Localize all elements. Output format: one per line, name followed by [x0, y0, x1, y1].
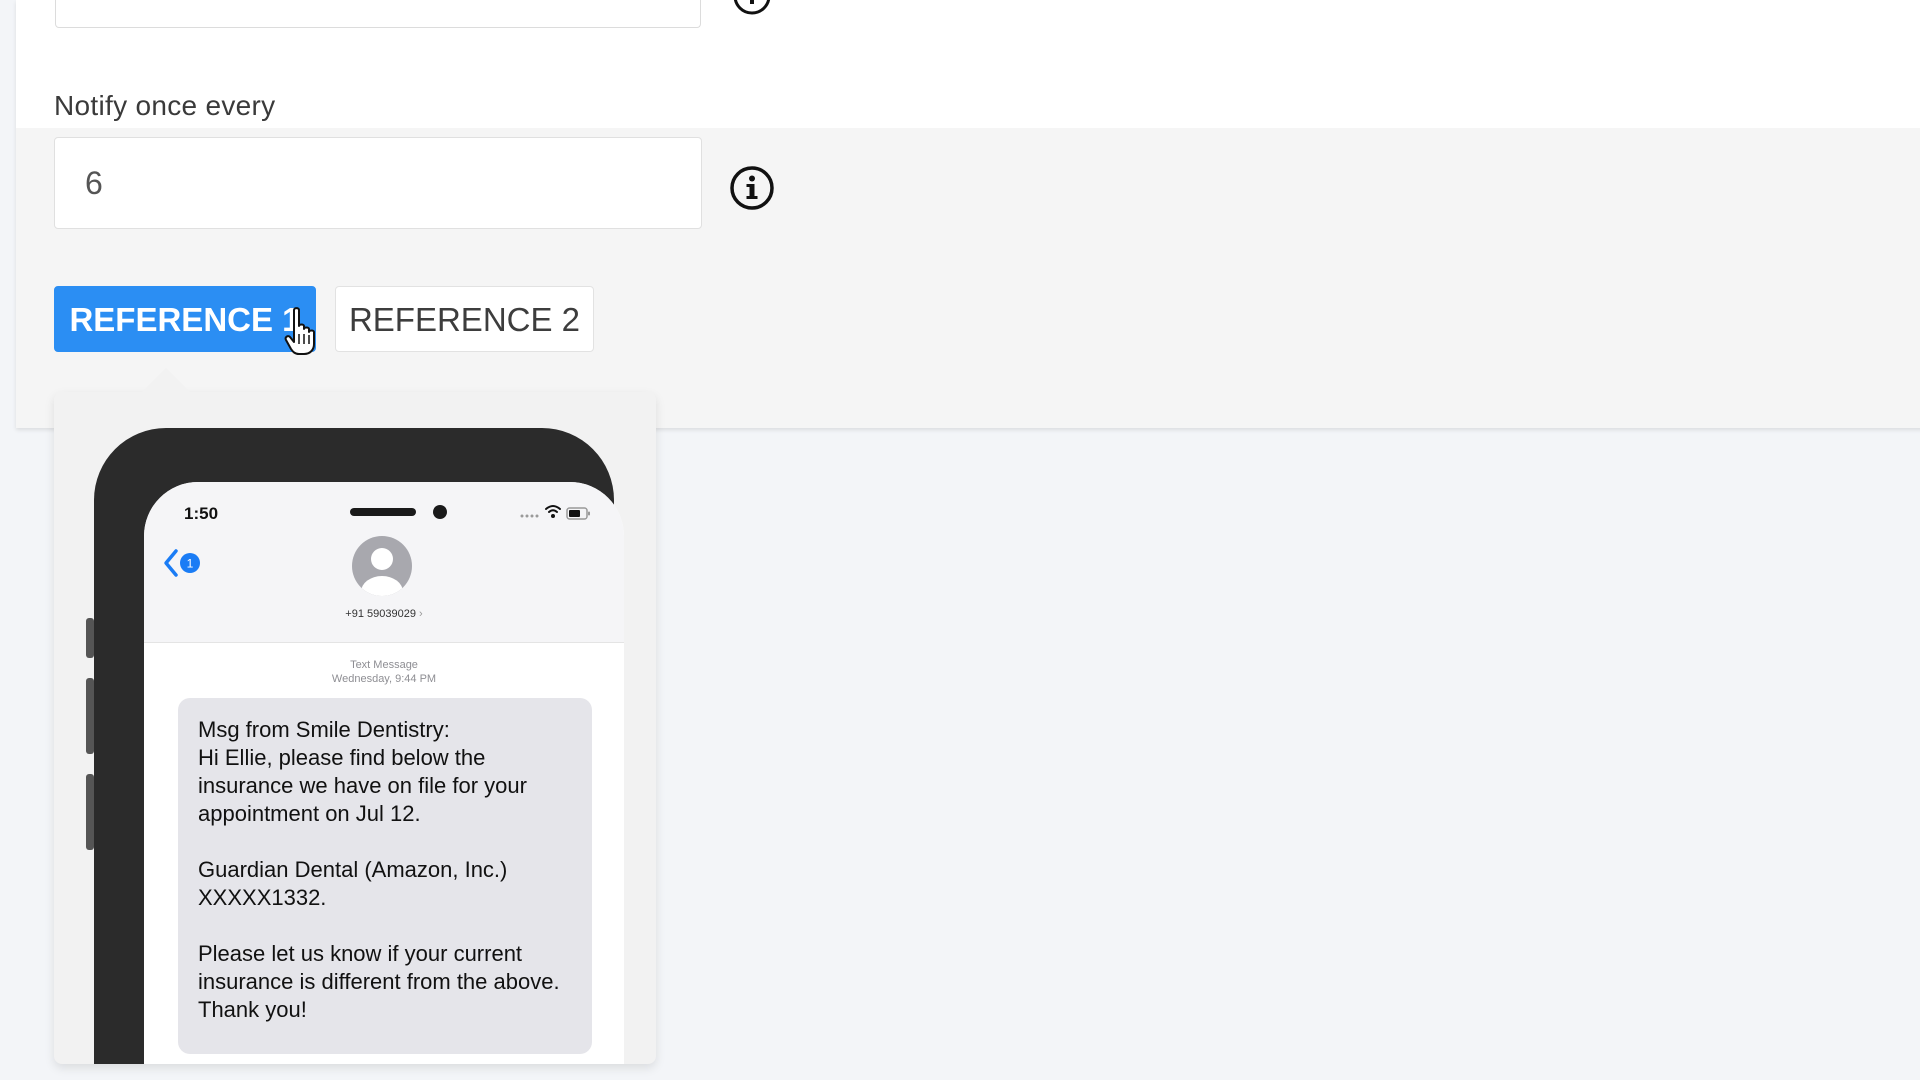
message-bubble: Msg from Smile Dentistry: Hi Ellie, plea…: [178, 698, 592, 1054]
reference-1-button[interactable]: REFERENCE 1: [54, 286, 316, 352]
message-paragraph-1: Msg from Smile Dentistry: Hi Ellie, plea…: [198, 716, 572, 828]
message-greeting: Hi Ellie, please find below the insuranc…: [198, 745, 527, 826]
hand-pointer-icon: [284, 307, 315, 355]
phone-camera: [433, 505, 447, 519]
notify-frequency-label: Notify once every: [54, 90, 276, 121]
message-timestamp: Wednesday, 9:44 PM: [331, 673, 437, 685]
phone-volume-down: [86, 774, 94, 850]
signal-icon: [520, 514, 539, 518]
reference-preview-popover: 1:50 1 +91 59039029 › Text Message Wedne…: [54, 368, 656, 1064]
status-time: 1:50: [184, 504, 219, 523]
message-paragraph-3: Please let us know if your current insur…: [198, 941, 560, 1022]
phone-mute-switch: [86, 618, 94, 658]
status-icons: [520, 505, 590, 520]
reference-2-button[interactable]: REFERENCE 2: [335, 286, 594, 352]
popover-arrow: [142, 368, 190, 392]
message-sender-line: Msg from Smile Dentistry:: [198, 717, 450, 742]
info-icon[interactable]: [732, 0, 772, 16]
unread-badge: 1: [187, 557, 194, 571]
contact-chevron: ›: [419, 608, 423, 620]
message-meta: Text Message Wednesday, 9:44 PM: [144, 658, 624, 686]
notification-settings-card: Notify once every 6 REFERENCE 1 REFERENC…: [16, 0, 1920, 428]
previous-field-input[interactable]: [55, 0, 701, 28]
notify-frequency-input[interactable]: 6: [54, 137, 702, 229]
chevron-left-icon[interactable]: 1: [162, 546, 204, 580]
contact-number-text: +91 59039029: [345, 608, 416, 620]
phone-mockup: 1:50 1 +91 59039029 › Text Message Wedne…: [86, 428, 624, 1064]
contact-number[interactable]: +91 59039029 ›: [144, 608, 624, 620]
person-icon[interactable]: [352, 536, 412, 596]
message-paragraph-2: Guardian Dental (Amazon, Inc.) XXXXX1332…: [198, 856, 572, 912]
messages-header: 1:50 1 +91 59039029 ›: [144, 482, 624, 643]
phone-volume-up: [86, 678, 94, 754]
message-policy-number: XXXXX1332.: [198, 885, 327, 910]
phone-speaker: [350, 508, 416, 516]
battery-icon: [566, 507, 590, 520]
message-type: Text Message: [350, 659, 418, 671]
wifi-icon: [545, 505, 561, 513]
info-icon[interactable]: [728, 164, 776, 212]
phone-screen: 1:50 1 +91 59039029 › Text Message Wedne…: [144, 482, 624, 1064]
message-insurer: Guardian Dental (Amazon, Inc.): [198, 857, 508, 882]
